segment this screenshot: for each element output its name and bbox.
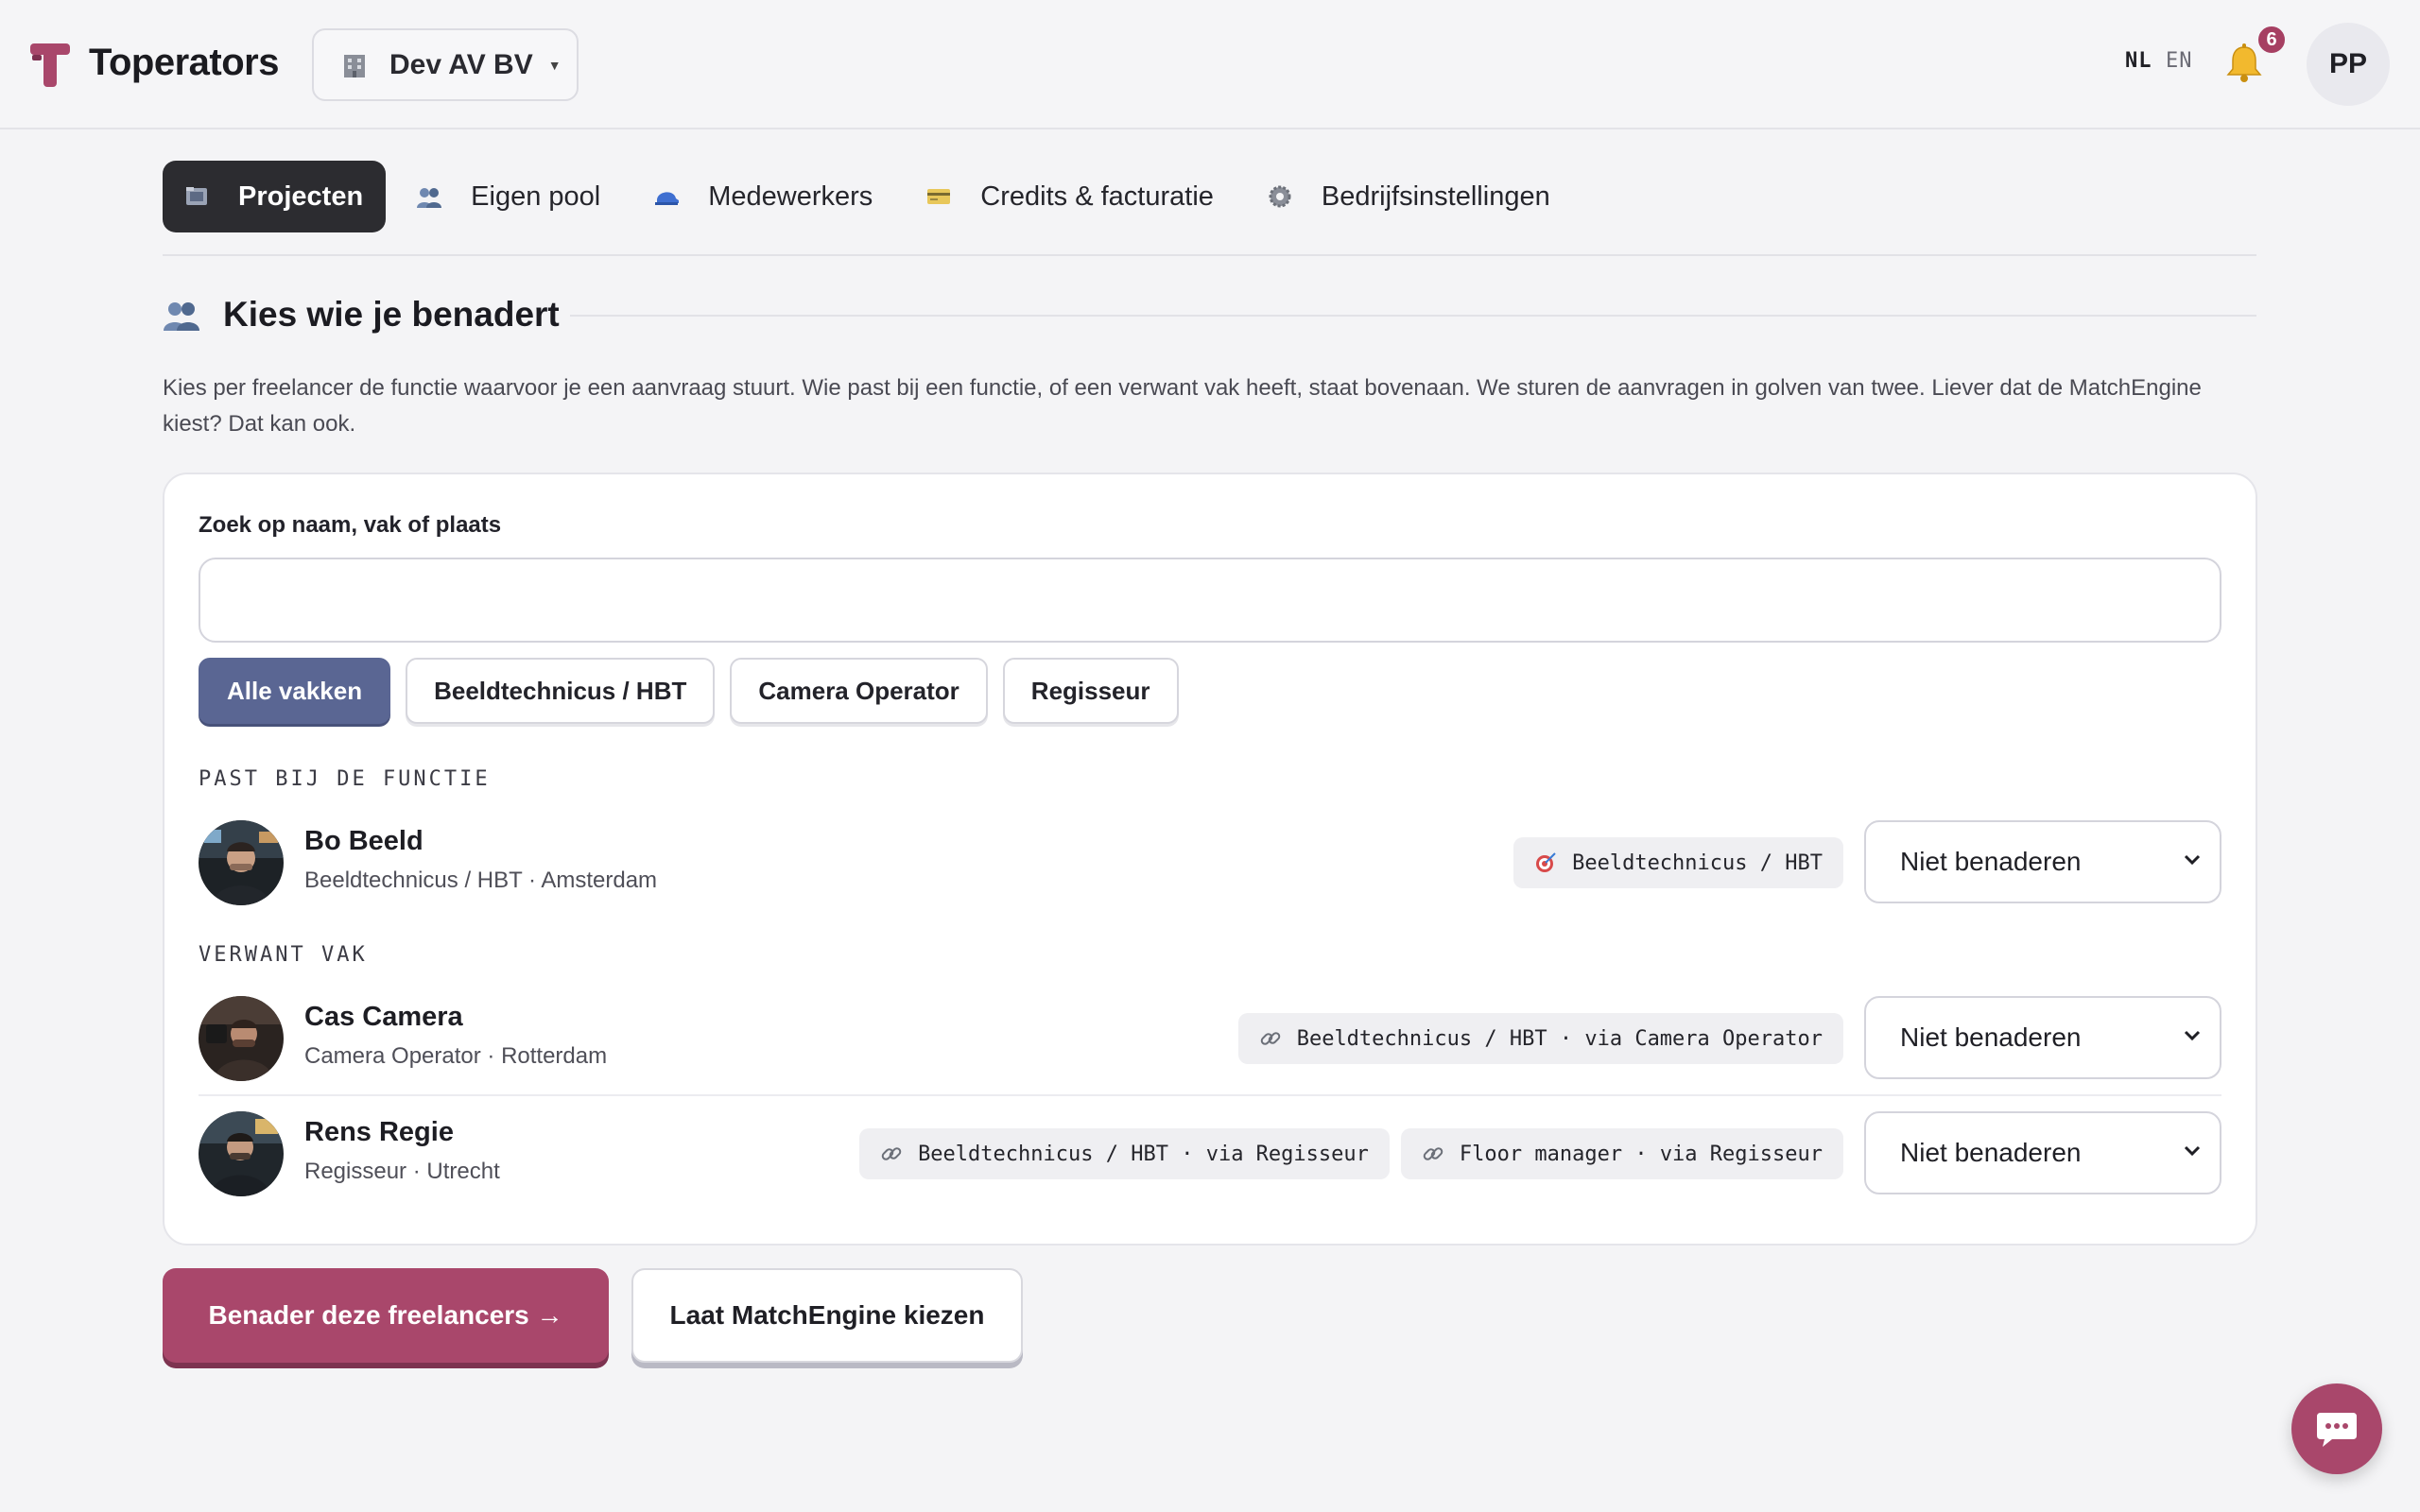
- filter-chip-beeldtechnicus[interactable]: Beeldtechnicus / HBT: [406, 658, 716, 724]
- chevron-down-icon: [2184, 1145, 2201, 1157]
- tab-label: Projecten: [238, 180, 364, 212]
- function-tag: Beeldtechnicus / HBT · via Regisseur: [859, 1128, 1390, 1179]
- tab-eigen-pool[interactable]: Eigen pool: [393, 161, 623, 232]
- tag-text: Beeldtechnicus / HBT · via Camera Operat…: [1296, 1026, 1823, 1051]
- chevron-down-icon: ▼: [547, 57, 562, 73]
- freelancer-meta: Beeldtechnicus / HBT · Amsterdam: [304, 868, 658, 893]
- search-label: Zoek op naam, vak of plaats: [199, 512, 502, 538]
- avatar[interactable]: [199, 996, 284, 1081]
- tab-label: Medewerkers: [708, 180, 873, 212]
- chat-bubble-icon: [2317, 1413, 2357, 1447]
- freelancer-selection-card: Zoek op naam, vak of plaats Alle vakken …: [163, 472, 2257, 1246]
- nav-divider: [163, 254, 2256, 256]
- logo-t-icon[interactable]: [30, 43, 70, 87]
- main-nav: Projecten Eigen pool Medewerkers Credits…: [163, 161, 1581, 232]
- chat-button[interactable]: [2291, 1383, 2382, 1474]
- tab-label: Credits & facturatie: [980, 180, 1214, 212]
- cap-icon: [655, 192, 680, 205]
- function-tags: Beeldtechnicus / HBT · via Camera Operat…: [1227, 1013, 1843, 1064]
- list-item: Bo Beeld Beeldtechnicus / HBT · Amsterda…: [199, 820, 2221, 905]
- search-input[interactable]: [199, 558, 2221, 643]
- freelancer-name: Bo Beeld: [304, 826, 424, 856]
- function-tag: Beeldtechnicus / HBT: [1513, 837, 1843, 888]
- row-divider: [199, 1094, 2221, 1096]
- chevron-down-icon: [2184, 854, 2201, 866]
- link-icon: [1423, 1147, 1443, 1160]
- film-icon: [186, 187, 207, 205]
- intro-text: Kies per freelancer de functie waarvoor …: [163, 375, 2202, 437]
- function-tag: Beeldtechnicus / HBT · via Camera Operat…: [1237, 1013, 1843, 1064]
- credit-card-icon: [927, 189, 951, 204]
- function-tags: Beeldtechnicus / HBT · via Regisseur Flo…: [848, 1128, 1843, 1179]
- building-icon: [344, 54, 365, 77]
- organization-switcher[interactable]: Dev AV BV ▼: [312, 28, 579, 101]
- filter-chips: Alle vakken Beeldtechnicus / HBT Camera …: [199, 658, 1194, 724]
- avatar[interactable]: [199, 820, 284, 905]
- target-icon: [1536, 852, 1556, 872]
- freelancer-name: Rens Regie: [304, 1117, 454, 1147]
- select-value: Niet benaderen: [1900, 1022, 2082, 1052]
- list-item: Rens Regie Regisseur · Utrecht Beeldtech…: [199, 1111, 2221, 1196]
- chevron-down-icon: [2184, 1030, 2201, 1041]
- notification-badge: 6: [2256, 25, 2287, 55]
- tab-projecten[interactable]: Projecten: [163, 161, 387, 232]
- tab-bedrijfsinstellingen[interactable]: Bedrijfsinstellingen: [1244, 161, 1573, 232]
- section-title: Kies wie je benadert: [223, 295, 560, 334]
- brand-name[interactable]: Toperators: [89, 42, 279, 84]
- matchengine-choose-button[interactable]: Laat MatchEngine kiezen: [631, 1268, 1023, 1363]
- approach-freelancers-button[interactable]: Benader deze freelancers →: [163, 1268, 609, 1363]
- tab-label: Eigen pool: [471, 180, 601, 212]
- group-label-match: PAST BIJ DE FUNCTIE: [199, 767, 491, 791]
- top-bar: Toperators Dev AV BV ▼ NL EN 6 PP: [0, 0, 2420, 129]
- filter-chip-camera-operator[interactable]: Camera Operator: [730, 658, 988, 724]
- avatar[interactable]: [199, 1111, 284, 1196]
- organization-name: Dev AV BV: [389, 48, 533, 80]
- function-tag: Floor manager · via Regisseur: [1400, 1128, 1843, 1179]
- link-icon: [1260, 1032, 1280, 1045]
- filter-chip-alle-vakken[interactable]: Alle vakken: [199, 658, 391, 724]
- bell-icon[interactable]: [2225, 43, 2263, 83]
- select-value: Niet benaderen: [1900, 1138, 2082, 1167]
- approach-select[interactable]: Niet benaderen: [1864, 1111, 2221, 1194]
- select-value: Niet benaderen: [1900, 847, 2082, 876]
- approach-select[interactable]: Niet benaderen: [1864, 820, 2221, 903]
- tab-credits-facturatie[interactable]: Credits & facturatie: [903, 161, 1236, 232]
- list-item: Cas Camera Camera Operator · Rotterdam B…: [199, 996, 2221, 1081]
- language-en[interactable]: EN: [2166, 49, 2193, 73]
- freelancer-meta: Regisseur · Utrecht: [304, 1159, 500, 1184]
- gear-icon: [1269, 185, 1291, 208]
- tab-medewerkers[interactable]: Medewerkers: [631, 161, 895, 232]
- filter-chip-regisseur[interactable]: Regisseur: [1002, 658, 1179, 724]
- language-nl[interactable]: NL: [2125, 49, 2152, 73]
- link-icon: [881, 1147, 902, 1160]
- tag-text: Beeldtechnicus / HBT: [1572, 850, 1823, 875]
- approach-select[interactable]: Niet benaderen: [1864, 996, 2221, 1079]
- group-label-related: VERWANT VAK: [199, 943, 368, 967]
- user-avatar[interactable]: PP: [2307, 23, 2390, 106]
- freelancer-meta: Camera Operator · Rotterdam: [304, 1043, 608, 1069]
- tag-text: Floor manager · via Regisseur: [1459, 1142, 1823, 1166]
- section-divider: [570, 315, 2256, 317]
- function-tags: Beeldtechnicus / HBT: [1502, 837, 1843, 888]
- people-icon: [164, 302, 199, 331]
- tab-label: Bedrijfsinstellingen: [1321, 180, 1550, 212]
- people-icon: [417, 188, 442, 208]
- freelancer-name: Cas Camera: [304, 1002, 463, 1032]
- tag-text: Beeldtechnicus / HBT · via Regisseur: [918, 1142, 1369, 1166]
